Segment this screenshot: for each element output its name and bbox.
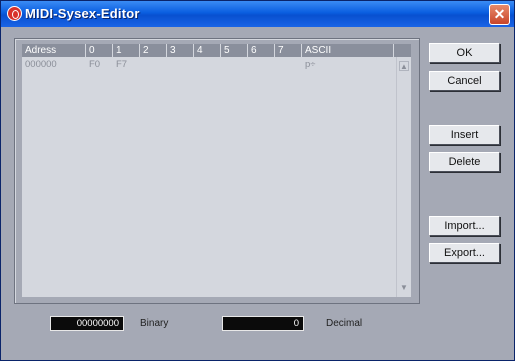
cell-byte-1[interactable]: F7 xyxy=(113,59,127,71)
column-header-6[interactable]: 6 xyxy=(248,44,275,57)
column-header-1[interactable]: 1 xyxy=(113,44,140,57)
cancel-button[interactable]: Cancel xyxy=(429,71,500,91)
column-header-address[interactable]: Adress xyxy=(22,44,86,57)
column-header-7[interactable]: 7 xyxy=(275,44,302,57)
sysex-table[interactable]: Adress 0 1 2 3 4 5 6 7 ASCII 000000 F0 F… xyxy=(22,44,411,297)
insert-button[interactable]: Insert xyxy=(429,125,500,145)
import-button[interactable]: Import... xyxy=(429,216,500,236)
column-header-ascii[interactable]: ASCII xyxy=(302,44,394,57)
cell-byte-0[interactable]: F0 xyxy=(86,59,100,71)
cell-address[interactable]: 000000 xyxy=(22,59,57,71)
column-header-4[interactable]: 4 xyxy=(194,44,221,57)
scroll-up-icon[interactable]: ▲ xyxy=(399,61,409,71)
app-logo-icon xyxy=(7,6,22,21)
cell-ascii[interactable]: p÷ xyxy=(302,59,316,71)
delete-button[interactable]: Delete xyxy=(429,152,500,172)
title-bar[interactable]: MIDI-Sysex-Editor ✕ xyxy=(1,1,514,27)
export-button[interactable]: Export... xyxy=(429,243,500,263)
scroll-down-icon[interactable]: ▼ xyxy=(399,283,409,293)
column-header-3[interactable]: 3 xyxy=(167,44,194,57)
binary-label: Binary xyxy=(140,318,169,329)
column-header-2[interactable]: 2 xyxy=(140,44,167,57)
close-button[interactable]: ✕ xyxy=(489,4,510,25)
sysex-editor-window: MIDI-Sysex-Editor ✕ Adress 0 1 2 3 4 5 6… xyxy=(0,0,515,361)
table-header: Adress 0 1 2 3 4 5 6 7 ASCII xyxy=(22,44,411,57)
column-header-5[interactable]: 5 xyxy=(221,44,248,57)
binary-value-field[interactable]: 00000000 xyxy=(50,316,124,331)
decimal-label: Decimal xyxy=(326,318,363,329)
decimal-value-field[interactable]: 0 xyxy=(222,316,304,331)
table-row[interactable]: 000000 F0 F7 p÷ xyxy=(22,59,392,71)
vertical-scrollbar[interactable]: ▲ ▼ xyxy=(396,57,411,297)
window-title: MIDI-Sysex-Editor xyxy=(25,6,140,21)
column-header-0[interactable]: 0 xyxy=(86,44,113,57)
ok-button[interactable]: OK xyxy=(429,43,500,63)
